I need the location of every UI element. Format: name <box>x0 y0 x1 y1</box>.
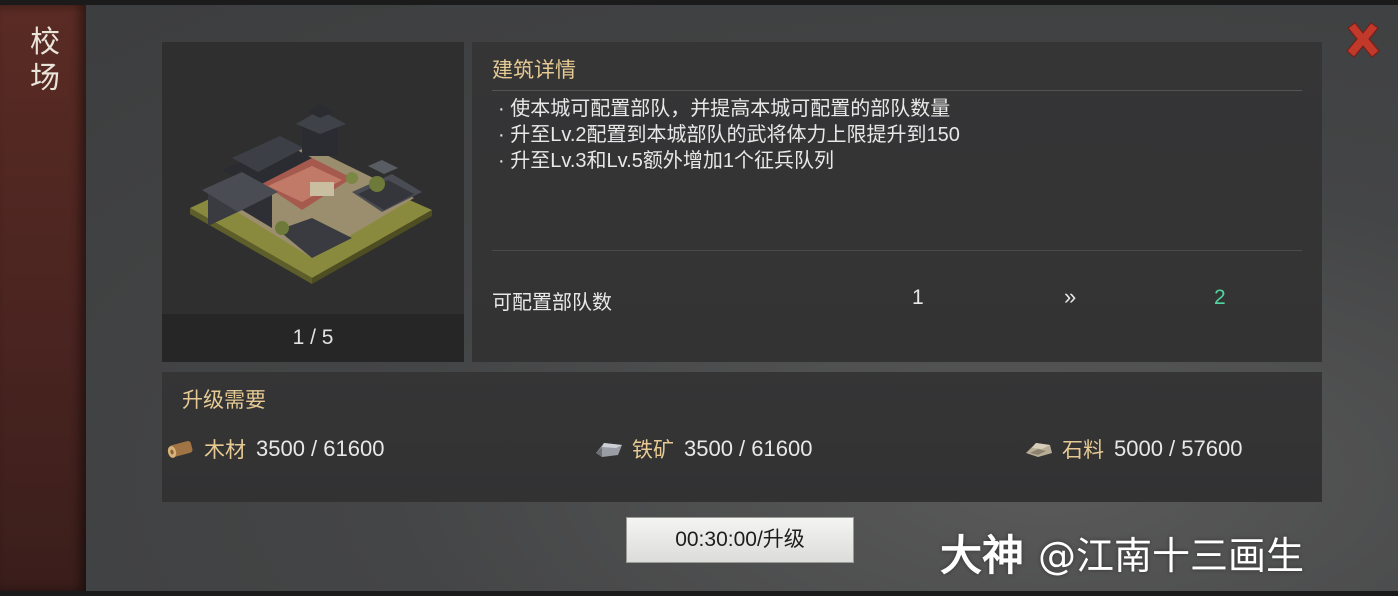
detail-bullet: · 升至Lv.3和Lv.5额外增加1个征兵队列 <box>498 150 834 172</box>
drill-ground-building-image <box>190 104 432 284</box>
divider <box>492 90 1302 91</box>
wood-icon <box>167 441 193 458</box>
building-title: 校场 <box>30 25 60 96</box>
resource-name: 木材 <box>204 438 246 462</box>
resource-amount: 5000 / 57600 <box>1114 436 1243 461</box>
divider <box>492 250 1302 251</box>
watermark-user: @江南十三画生 <box>1038 533 1305 578</box>
requirements-title: 升级需要 <box>182 388 266 412</box>
troop-slots-label: 可配置部队数 <box>492 290 612 314</box>
upgrade-arrow-icon: » <box>1064 284 1077 309</box>
resource-wood: 木材 3500 / 61600 <box>166 434 384 464</box>
upgrade-requirements-panel: 升级需要 木材 3500 / 61600 铁矿 3500 / 61600 石料 … <box>162 372 1322 502</box>
iron-ore-icon <box>596 443 622 457</box>
detail-bullet: · 使本城可配置部队，并提高本城可配置的部队数量 <box>498 98 951 120</box>
resource-amount: 3500 / 61600 <box>256 436 385 461</box>
bottom-bar <box>0 591 1398 596</box>
detail-bullet: · 升至Lv.2配置到本城部队的武将体力上限提升到150 <box>498 124 960 146</box>
close-icon <box>1346 22 1380 58</box>
game-screen: 校场 1 / 5 建筑详情 · 使本城可配置部队，并提高本城可配置的部队数量 ·… <box>0 0 1398 596</box>
troop-slots-next: 2 <box>1214 286 1226 309</box>
resource-name: 铁矿 <box>632 438 674 462</box>
watermark-logo: 大神 <box>940 530 1025 580</box>
resource-name: 石料 <box>1062 438 1104 462</box>
details-title: 建筑详情 <box>492 58 576 82</box>
building-illustration[interactable] <box>162 42 464 314</box>
resource-iron: 铁矿 3500 / 61600 <box>594 434 812 464</box>
resource-amount: 3500 / 61600 <box>684 436 813 461</box>
image-page-indicator: 1 / 5 <box>162 314 464 362</box>
troop-slots-current: 1 <box>912 286 924 309</box>
close-button[interactable] <box>1343 20 1383 60</box>
upgrade-button[interactable]: 00:30:00/升级 <box>626 517 854 563</box>
stone-icon <box>1026 443 1052 457</box>
building-title-banner: 校场 <box>0 5 86 591</box>
building-image-panel: 1 / 5 <box>162 42 464 362</box>
top-bar <box>0 0 1398 5</box>
building-details-panel: 建筑详情 · 使本城可配置部队，并提高本城可配置的部队数量 · 升至Lv.2配置… <box>472 42 1322 362</box>
watermark: 大神 @江南十三画生 <box>940 520 1390 584</box>
resource-stone: 石料 5000 / 57600 <box>1024 434 1242 464</box>
details-bullet-list: · 使本城可配置部队，并提高本城可配置的部队数量 · 升至Lv.2配置到本城部队… <box>498 96 960 174</box>
